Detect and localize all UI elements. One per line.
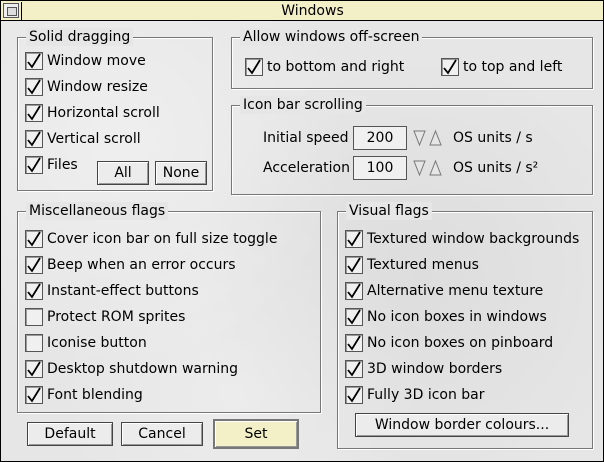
checkbox-icon[interactable] (345, 308, 363, 326)
all-button[interactable]: All (97, 161, 149, 185)
checkbox-icon[interactable] (245, 58, 263, 76)
default-button[interactable]: Default (27, 422, 113, 446)
acceleration-spinner[interactable] (413, 159, 443, 179)
checkbox-icon[interactable] (25, 256, 43, 274)
checkbox-icon[interactable] (345, 282, 363, 300)
checkbox-to-top-left[interactable]: to top and left (441, 56, 562, 78)
checkbox-3d-window-borders[interactable]: 3D window borders (345, 358, 502, 380)
checkbox-icon[interactable] (25, 282, 43, 300)
acceleration-label: Acceleration (263, 160, 350, 176)
initial-speed-unit: OS units / s (453, 130, 533, 146)
checkbox-icon[interactable] (345, 360, 363, 378)
checkbox-cover-icon-bar[interactable]: Cover icon bar on full size toggle (25, 228, 277, 250)
checkbox-textured-window-backgrounds[interactable]: Textured window backgrounds (345, 228, 579, 250)
solid-dragging-title: Solid dragging (26, 28, 134, 46)
acceleration-unit: OS units / s² (453, 160, 539, 176)
decrement-arrow-icon[interactable] (413, 130, 426, 147)
initial-speed-label: Initial speed (263, 130, 349, 146)
checkbox-no-icon-boxes-windows[interactable]: No icon boxes in windows (345, 306, 547, 328)
initial-speed-field[interactable]: 200 (353, 126, 407, 150)
checkbox-icon[interactable] (25, 360, 43, 378)
misc-flags-title: Miscellaneous flags (26, 202, 169, 220)
checkbox-icon[interactable] (25, 156, 43, 174)
title-bar[interactable]: Windows (1, 1, 603, 21)
checkbox-textured-menus[interactable]: Textured menus (345, 254, 479, 276)
checkbox-fully-3d-icon-bar[interactable]: Fully 3D icon bar (345, 384, 485, 406)
iconbar-scrolling-title: Icon bar scrolling (240, 96, 366, 114)
cancel-button[interactable]: Cancel (121, 422, 203, 446)
checkbox-icon[interactable] (25, 104, 43, 122)
checkbox-icon[interactable] (25, 386, 43, 404)
window-title: Windows (21, 2, 603, 20)
none-button[interactable]: None (155, 161, 207, 185)
set-button[interactable]: Set (213, 419, 299, 449)
checkbox-instant-effect[interactable]: Instant-effect buttons (25, 280, 199, 302)
increment-arrow-icon[interactable] (429, 159, 442, 176)
checkbox-iconise-button[interactable]: Iconise button (25, 332, 147, 354)
checkbox-icon[interactable] (25, 230, 43, 248)
acceleration-field[interactable]: 100 (353, 156, 407, 180)
checkbox-icon[interactable] (345, 256, 363, 274)
decrement-arrow-icon[interactable] (413, 160, 426, 177)
checkbox-icon[interactable] (345, 230, 363, 248)
checkbox-icon[interactable] (25, 78, 43, 96)
checkbox-window-move[interactable]: Window move (25, 50, 146, 72)
checkbox-alternative-menu-texture[interactable]: Alternative menu texture (345, 280, 543, 302)
window-border-colours-button[interactable]: Window border colours... (355, 413, 569, 437)
checkbox-horizontal-scroll[interactable]: Horizontal scroll (25, 102, 160, 124)
checkbox-icon[interactable] (25, 308, 43, 326)
checkbox-shutdown-warning[interactable]: Desktop shutdown warning (25, 358, 238, 380)
checkbox-to-bottom-right[interactable]: to bottom and right (245, 56, 404, 78)
checkbox-icon[interactable] (25, 52, 43, 70)
windows-config-window: Windows Solid dragging Window move Windo… (0, 0, 604, 462)
iconbar-scrolling-group: Icon bar scrolling (231, 96, 593, 195)
offscreen-title: Allow windows off-screen (240, 28, 423, 46)
checkbox-vertical-scroll[interactable]: Vertical scroll (25, 128, 141, 150)
increment-arrow-icon[interactable] (429, 129, 442, 146)
checkbox-no-icon-boxes-pinboard[interactable]: No icon boxes on pinboard (345, 332, 553, 354)
checkbox-icon[interactable] (345, 386, 363, 404)
back-icon[interactable] (3, 3, 19, 18)
checkbox-icon[interactable] (25, 334, 43, 352)
checkbox-protect-rom-sprites[interactable]: Protect ROM sprites (25, 306, 185, 328)
checkbox-icon[interactable] (441, 58, 459, 76)
initial-speed-spinner[interactable] (413, 129, 443, 149)
checkbox-icon[interactable] (25, 130, 43, 148)
checkbox-files[interactable]: Files (25, 154, 78, 176)
checkbox-beep-on-error[interactable]: Beep when an error occurs (25, 254, 236, 276)
checkbox-font-blending[interactable]: Font blending (25, 384, 143, 406)
visual-flags-title: Visual flags (346, 202, 432, 220)
checkbox-icon[interactable] (345, 334, 363, 352)
checkbox-window-resize[interactable]: Window resize (25, 76, 148, 98)
